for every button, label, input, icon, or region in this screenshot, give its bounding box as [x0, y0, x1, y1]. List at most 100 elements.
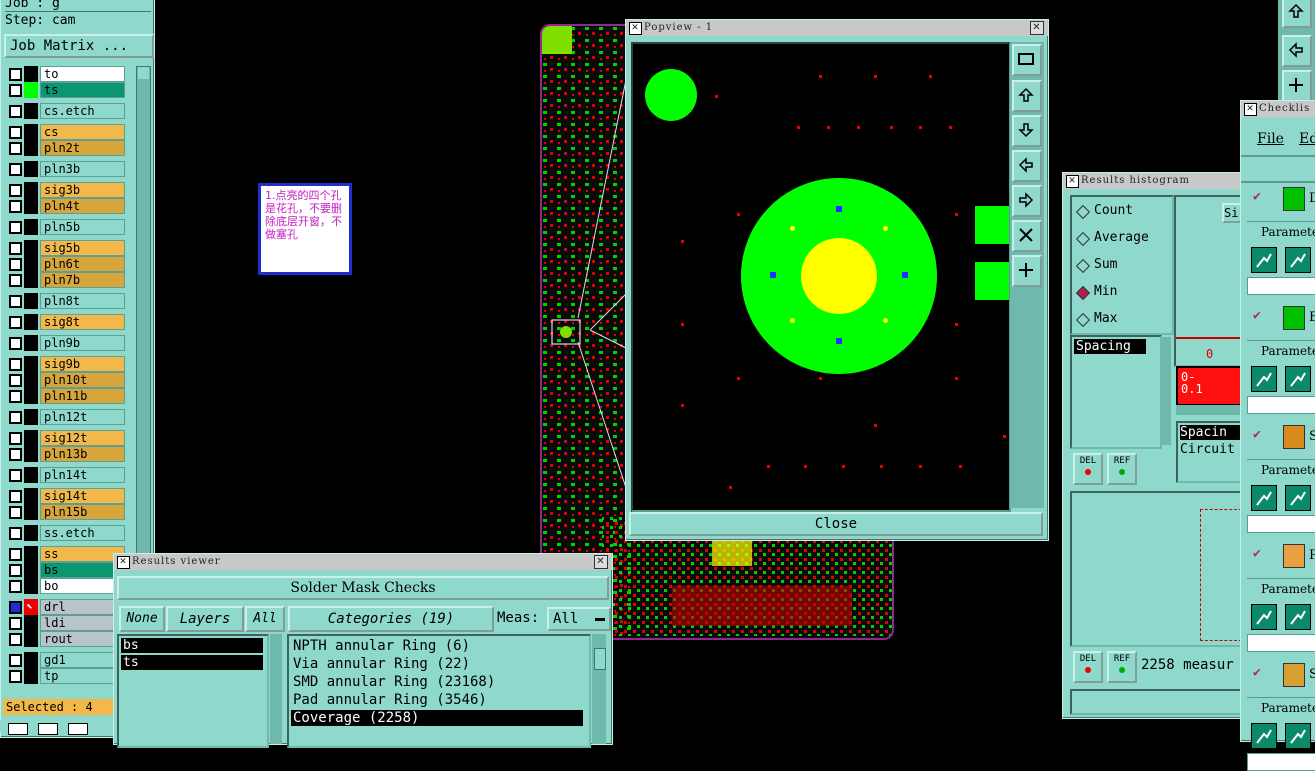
stat-radio-max[interactable]	[1075, 312, 1091, 328]
popview-titlebar[interactable]: ✕ Popview - 1 ✕	[626, 20, 1048, 36]
pan-up-button[interactable]	[1282, 0, 1312, 28]
layer-checkbox[interactable]	[9, 490, 22, 503]
layer-color-swatch[interactable]	[24, 240, 38, 256]
layer-color-swatch[interactable]	[24, 525, 38, 541]
layer-name[interactable]: pln5b	[40, 219, 125, 235]
layer-checkbox[interactable]	[9, 84, 22, 97]
layer-checkbox[interactable]	[9, 242, 22, 255]
histogram-h-scrollbar[interactable]	[1176, 405, 1240, 415]
layer-row[interactable]: pln8t	[4, 293, 132, 309]
layer-row[interactable]: pln7b	[4, 272, 132, 288]
layer-color-swatch[interactable]	[24, 356, 38, 372]
layer-row[interactable]: pln9b	[4, 335, 132, 351]
zoom-in-button[interactable]	[1012, 220, 1042, 252]
layer-name[interactable]: cs.etch	[40, 103, 125, 119]
layer-name[interactable]: pln11b	[40, 388, 125, 404]
layer-color-swatch[interactable]	[24, 66, 38, 82]
stat-option-label[interactable]: Min	[1094, 284, 1117, 299]
zoom-fit-button[interactable]	[1012, 44, 1042, 76]
layer-checkbox[interactable]	[9, 617, 22, 630]
run-check-icon[interactable]	[1251, 604, 1277, 630]
run-check-icon[interactable]	[1285, 604, 1311, 630]
category-item[interactable]: Via annular Ring (22)	[291, 656, 583, 672]
layer-checkbox[interactable]	[9, 68, 22, 81]
layer-color-swatch[interactable]	[24, 124, 38, 140]
layer-color-swatch[interactable]	[24, 256, 38, 272]
layer-checkbox[interactable]	[9, 432, 22, 445]
stat-radio-min[interactable]	[1075, 285, 1091, 301]
check-icon[interactable]: ✔	[1253, 665, 1261, 680]
results-viewer-titlebar[interactable]: ✕ Results viewer ✕	[114, 554, 612, 570]
popview-canvas[interactable]	[631, 42, 1011, 512]
meas-select[interactable]: All	[547, 607, 611, 631]
check-icon[interactable]: ✔	[1253, 308, 1261, 323]
layer-name[interactable]: pln2t	[40, 140, 125, 156]
layer-color-swatch[interactable]	[24, 103, 38, 119]
layer-name[interactable]: pln13b	[40, 446, 125, 462]
layer-color-swatch[interactable]	[24, 82, 38, 98]
layer-row[interactable]: pln6t	[4, 256, 132, 272]
toolbar-icon[interactable]	[38, 723, 58, 735]
refresh-button[interactable]: REF	[1107, 453, 1137, 485]
layer-result-item[interactable]: bs	[121, 638, 263, 653]
window-menu-icon[interactable]: ✕	[117, 556, 130, 569]
parameters-label[interactable]: Paramete	[1247, 221, 1315, 242]
layer-color-swatch[interactable]	[24, 546, 38, 562]
zoom-out-button[interactable]	[1012, 255, 1042, 287]
layer-checkbox[interactable]	[9, 184, 22, 197]
layer-color-swatch[interactable]	[24, 446, 38, 462]
window-menu-icon[interactable]: ✕	[1066, 175, 1079, 188]
layer-checkbox[interactable]	[9, 469, 22, 482]
layer-color-swatch[interactable]	[24, 198, 38, 214]
zoom-in-button[interactable]	[1282, 70, 1312, 102]
layer-color-swatch[interactable]	[24, 652, 38, 668]
layer-color-swatch[interactable]: ⬉	[24, 599, 38, 615]
run-check-icon[interactable]	[1251, 247, 1277, 273]
layer-color-swatch[interactable]	[24, 272, 38, 288]
layer-name[interactable]: pln8t	[40, 293, 125, 309]
layer-name[interactable]: pln3b	[40, 161, 125, 177]
layer-color-swatch[interactable]	[24, 161, 38, 177]
layer-checkbox[interactable]	[9, 274, 22, 287]
toolbar-icon[interactable]	[8, 723, 28, 735]
layer-row[interactable]: pln15b	[4, 504, 132, 520]
layer-result-item[interactable]: ts	[121, 655, 263, 670]
layer-checkbox[interactable]	[9, 601, 22, 614]
layer-checkbox[interactable]	[9, 564, 22, 577]
category-scrollbar[interactable]	[592, 634, 606, 744]
window-menu-icon[interactable]: ✕	[1244, 103, 1257, 116]
layer-checkbox[interactable]	[9, 448, 22, 461]
stat-radio-sum[interactable]	[1075, 258, 1091, 274]
layers-button[interactable]: Layers	[166, 606, 244, 632]
histogram-titlebar[interactable]: ✕ Results histogram	[1063, 173, 1243, 189]
layer-color-swatch[interactable]	[24, 578, 38, 594]
job-matrix-button[interactable]: Job Matrix ...	[4, 34, 154, 58]
parameters-label[interactable]: Paramete	[1247, 459, 1315, 480]
layer-row[interactable]: sig8t	[4, 314, 132, 330]
measure-list-item[interactable]: Spacing	[1074, 339, 1146, 354]
layer-checkbox[interactable]	[9, 506, 22, 519]
layer-name[interactable]: pln14t	[40, 467, 125, 483]
layer-color-swatch[interactable]	[24, 388, 38, 404]
category-item[interactable]: Pad annular Ring (3546)	[291, 692, 583, 708]
delete-button[interactable]: DEL	[1073, 651, 1103, 683]
measure-list-scrollbar[interactable]	[1161, 337, 1171, 445]
layer-color-swatch[interactable]	[24, 140, 38, 156]
layer-row[interactable]: to	[4, 66, 132, 82]
layer-name[interactable]: pln15b	[40, 504, 125, 520]
stat-option-label[interactable]: Count	[1094, 203, 1133, 218]
layer-name[interactable]: pln6t	[40, 256, 125, 272]
categories-button[interactable]: Categories (19)	[288, 606, 494, 632]
layer-checkbox[interactable]	[9, 670, 22, 683]
layer-name[interactable]: pln12t	[40, 409, 125, 425]
refresh-button[interactable]: REF	[1107, 651, 1137, 683]
layer-color-swatch[interactable]	[24, 314, 38, 330]
layer-checkbox[interactable]	[9, 548, 22, 561]
layer-color-swatch[interactable]	[24, 488, 38, 504]
check-icon[interactable]: ✔	[1253, 189, 1261, 204]
layer-checkbox[interactable]	[9, 654, 22, 667]
stat-option-label[interactable]: Max	[1094, 311, 1117, 326]
layer-row[interactable]: pln13b	[4, 446, 132, 462]
layer-checkbox[interactable]	[9, 337, 22, 350]
layer-checkbox[interactable]	[9, 163, 22, 176]
